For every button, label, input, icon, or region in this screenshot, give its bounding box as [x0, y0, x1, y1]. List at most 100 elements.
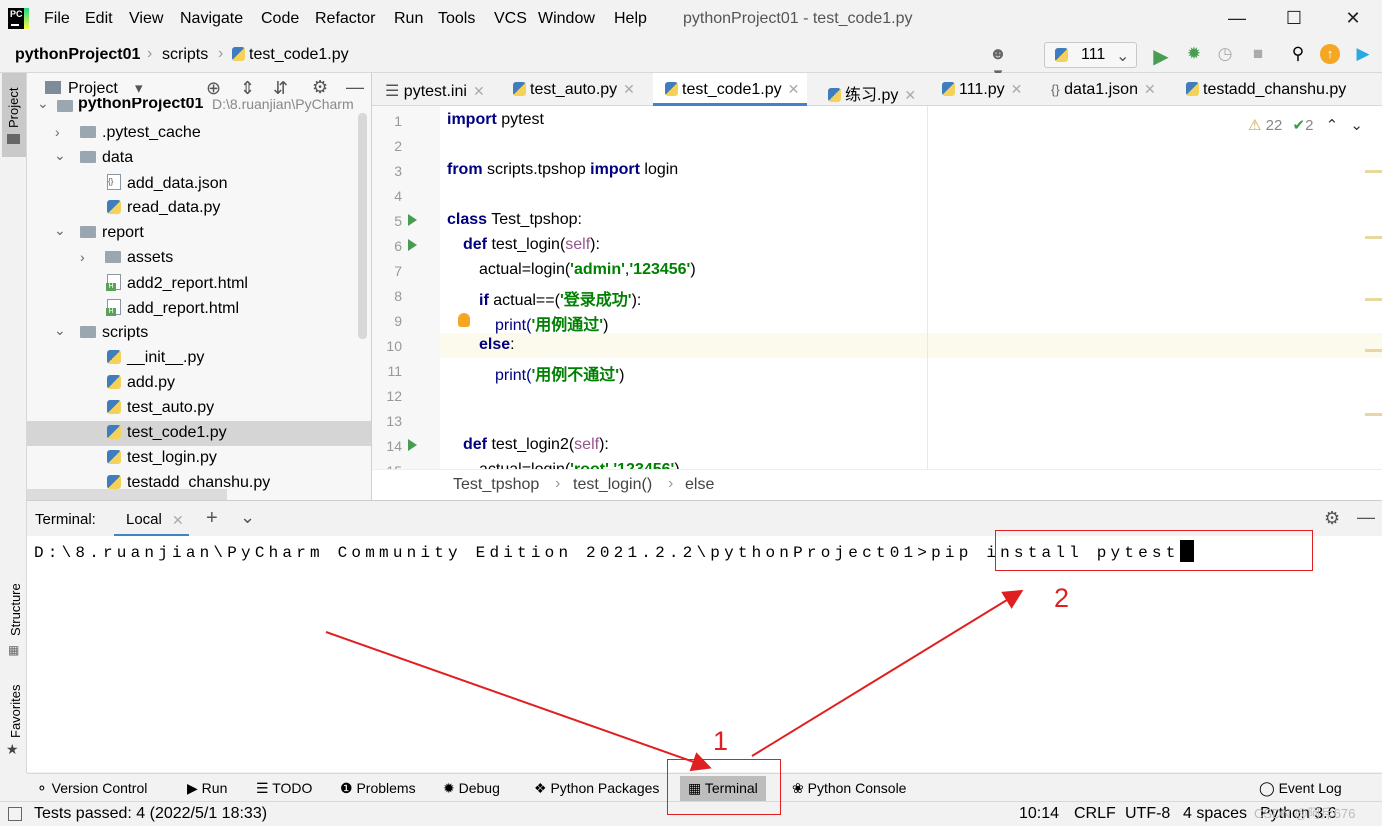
menu-code[interactable]: Code: [261, 10, 299, 28]
run-test-icon[interactable]: [408, 239, 417, 251]
jetbrains-toolbox-icon[interactable]: ▶: [1352, 44, 1374, 66]
close-tab-icon[interactable]: ✕: [172, 512, 184, 529]
tree-item[interactable]: read_data.py: [27, 196, 371, 221]
stop-icon[interactable]: ■: [1247, 44, 1269, 66]
menu-navigate[interactable]: Navigate: [180, 10, 243, 28]
vertical-scrollbar[interactable]: [358, 113, 367, 339]
tab-data1-json[interactable]: {} data1.json ✕: [1051, 73, 1156, 106]
close-tab-icon[interactable]: ✕: [623, 81, 635, 97]
next-highlight-icon[interactable]: ⌄: [1350, 117, 1363, 134]
breadcrumb-class[interactable]: Test_tpshop: [453, 476, 539, 494]
tree-item[interactable]: add_data.json: [27, 171, 371, 196]
python-packages-button[interactable]: ❖ Python Packages: [534, 780, 659, 797]
tree-item[interactable]: test_login.py: [27, 446, 371, 471]
coverage-icon[interactable]: ◷: [1214, 44, 1236, 66]
expand-all-icon[interactable]: ⇕: [240, 78, 255, 99]
caret-position[interactable]: 10:14: [1019, 805, 1059, 823]
user-icon[interactable]: ☻▾: [987, 44, 1009, 83]
debug-tool-button[interactable]: ✹ Debug: [443, 780, 500, 797]
tab-pytest-ini[interactable]: ☰ pytest.ini ✕: [385, 73, 485, 106]
tree-item[interactable]: ⌄ report: [27, 221, 371, 246]
update-icon[interactable]: ↑: [1320, 44, 1340, 64]
file-encoding[interactable]: UTF-8: [1125, 805, 1170, 823]
tree-item[interactable]: add2_report.html: [27, 271, 371, 296]
event-log-button[interactable]: ◯ Event Log: [1259, 780, 1342, 797]
favorites-tool-label[interactable]: Favorites: [8, 685, 23, 738]
menu-tools[interactable]: Tools: [438, 10, 475, 28]
close-tab-icon[interactable]: ✕: [788, 81, 800, 97]
tab-test-code1[interactable]: test_code1.py ✕: [653, 73, 808, 106]
breadcrumb-block[interactable]: else: [685, 476, 714, 494]
project-panel-title[interactable]: Project: [68, 80, 118, 98]
tree-item[interactable]: test_auto.py: [27, 396, 371, 421]
add-terminal-icon[interactable]: +: [206, 507, 218, 530]
line-separator[interactable]: CRLF: [1074, 805, 1116, 823]
breadcrumb-folder[interactable]: scripts: [162, 46, 208, 64]
tree-root[interactable]: ⌄ pythonProject01 D:\8.ruanjian\PyCharm: [27, 98, 371, 118]
close-icon[interactable]: ✕: [1341, 8, 1365, 30]
terminal-tab-local[interactable]: Local ✕: [114, 501, 189, 537]
tab-testadd-chanshu[interactable]: testadd_chanshu.py: [1186, 73, 1382, 106]
tree-item[interactable]: add.py: [27, 371, 371, 396]
horizontal-scrollbar[interactable]: [27, 489, 227, 500]
minimize-icon[interactable]: —: [1225, 8, 1249, 30]
line-number: 6: [394, 238, 402, 254]
gear-icon[interactable]: ⚙: [1324, 508, 1340, 529]
tab-111[interactable]: 111.py ✕: [942, 73, 1022, 106]
close-tab-icon[interactable]: ✕: [904, 87, 916, 103]
chevron-down-icon[interactable]: ⌄: [240, 507, 255, 528]
project-tool-label[interactable]: Project: [6, 88, 21, 128]
python-console-button[interactable]: ❀ Python Console: [792, 780, 906, 797]
close-tab-icon[interactable]: ✕: [473, 83, 485, 99]
run-tool-button[interactable]: ▶ Run: [187, 780, 227, 797]
locate-icon[interactable]: ⊕: [206, 78, 221, 99]
maximize-icon[interactable]: ☐: [1282, 8, 1306, 30]
tree-item[interactable]: __init__.py: [27, 346, 371, 371]
menu-refactor[interactable]: Refactor: [315, 10, 375, 28]
hide-icon[interactable]: —: [346, 77, 364, 98]
menu-file[interactable]: File: [44, 10, 70, 28]
close-tab-icon[interactable]: ✕: [1144, 81, 1156, 97]
structure-tool-label[interactable]: Structure: [8, 583, 23, 636]
tree-item[interactable]: › .pytest_cache: [27, 121, 371, 146]
status-message[interactable]: Tests passed: 4 (2022/5/1 18:33): [34, 805, 267, 823]
tree-item[interactable]: › assets: [27, 246, 371, 271]
toggle-tool-windows-icon[interactable]: [8, 807, 22, 821]
gear-icon[interactable]: ⚙: [312, 77, 328, 98]
debug-icon[interactable]: ✹: [1183, 44, 1205, 66]
breadcrumb-file[interactable]: test_code1.py: [232, 46, 349, 64]
collapse-all-icon[interactable]: ⇵: [273, 78, 288, 99]
inspection-widget[interactable]: ⚠ 22 ✔2 ⌃ ⌄: [1248, 116, 1363, 134]
chevron-down-icon[interactable]: ▾: [135, 79, 143, 97]
terminal-output[interactable]: D:\8.ruanjian\PyCharm Community Edition …: [27, 536, 1382, 772]
previous-highlight-icon[interactable]: ⌃: [1326, 117, 1339, 134]
problems-button[interactable]: ❶ Problems: [340, 780, 416, 797]
run-test-icon[interactable]: [408, 439, 417, 451]
lightbulb-icon[interactable]: [458, 313, 470, 327]
search-icon[interactable]: ⚲: [1287, 44, 1309, 66]
run-icon[interactable]: ▶: [1150, 44, 1172, 68]
close-tab-icon[interactable]: ✕: [1011, 81, 1023, 97]
tab-lianxi[interactable]: 练习.py ✕: [828, 73, 916, 106]
run-configuration-select[interactable]: 111 ⌄: [1044, 42, 1137, 68]
indent-setting[interactable]: 4 spaces: [1183, 805, 1247, 823]
breadcrumb-project[interactable]: pythonProject01: [15, 46, 140, 64]
tree-item[interactable]: ⌄ scripts: [27, 321, 371, 346]
todo-button[interactable]: ☰ TODO: [256, 780, 312, 797]
menu-window[interactable]: Window: [538, 10, 595, 28]
run-test-icon[interactable]: [408, 214, 417, 226]
menu-vcs[interactable]: VCS: [494, 10, 527, 28]
menu-help[interactable]: Help: [614, 10, 647, 28]
tab-test-auto[interactable]: test_auto.py ✕: [513, 73, 635, 106]
menu-run[interactable]: Run: [394, 10, 423, 28]
tree-item-selected[interactable]: test_code1.py: [27, 421, 371, 446]
menu-view[interactable]: View: [129, 10, 163, 28]
version-control-button[interactable]: ⚬ Version Control: [36, 780, 147, 797]
breadcrumb-function[interactable]: test_login(): [573, 476, 652, 494]
code-editor[interactable]: 1 2 3 4 5 6 7 8 9 10 11 12 13 14 15 impo…: [372, 106, 1382, 469]
tree-item[interactable]: ⌄ data: [27, 146, 371, 171]
html-file-icon: [106, 299, 121, 316]
menu-edit[interactable]: Edit: [85, 10, 113, 28]
hide-icon[interactable]: —: [1357, 507, 1375, 528]
tree-item[interactable]: add_report.html: [27, 296, 371, 321]
